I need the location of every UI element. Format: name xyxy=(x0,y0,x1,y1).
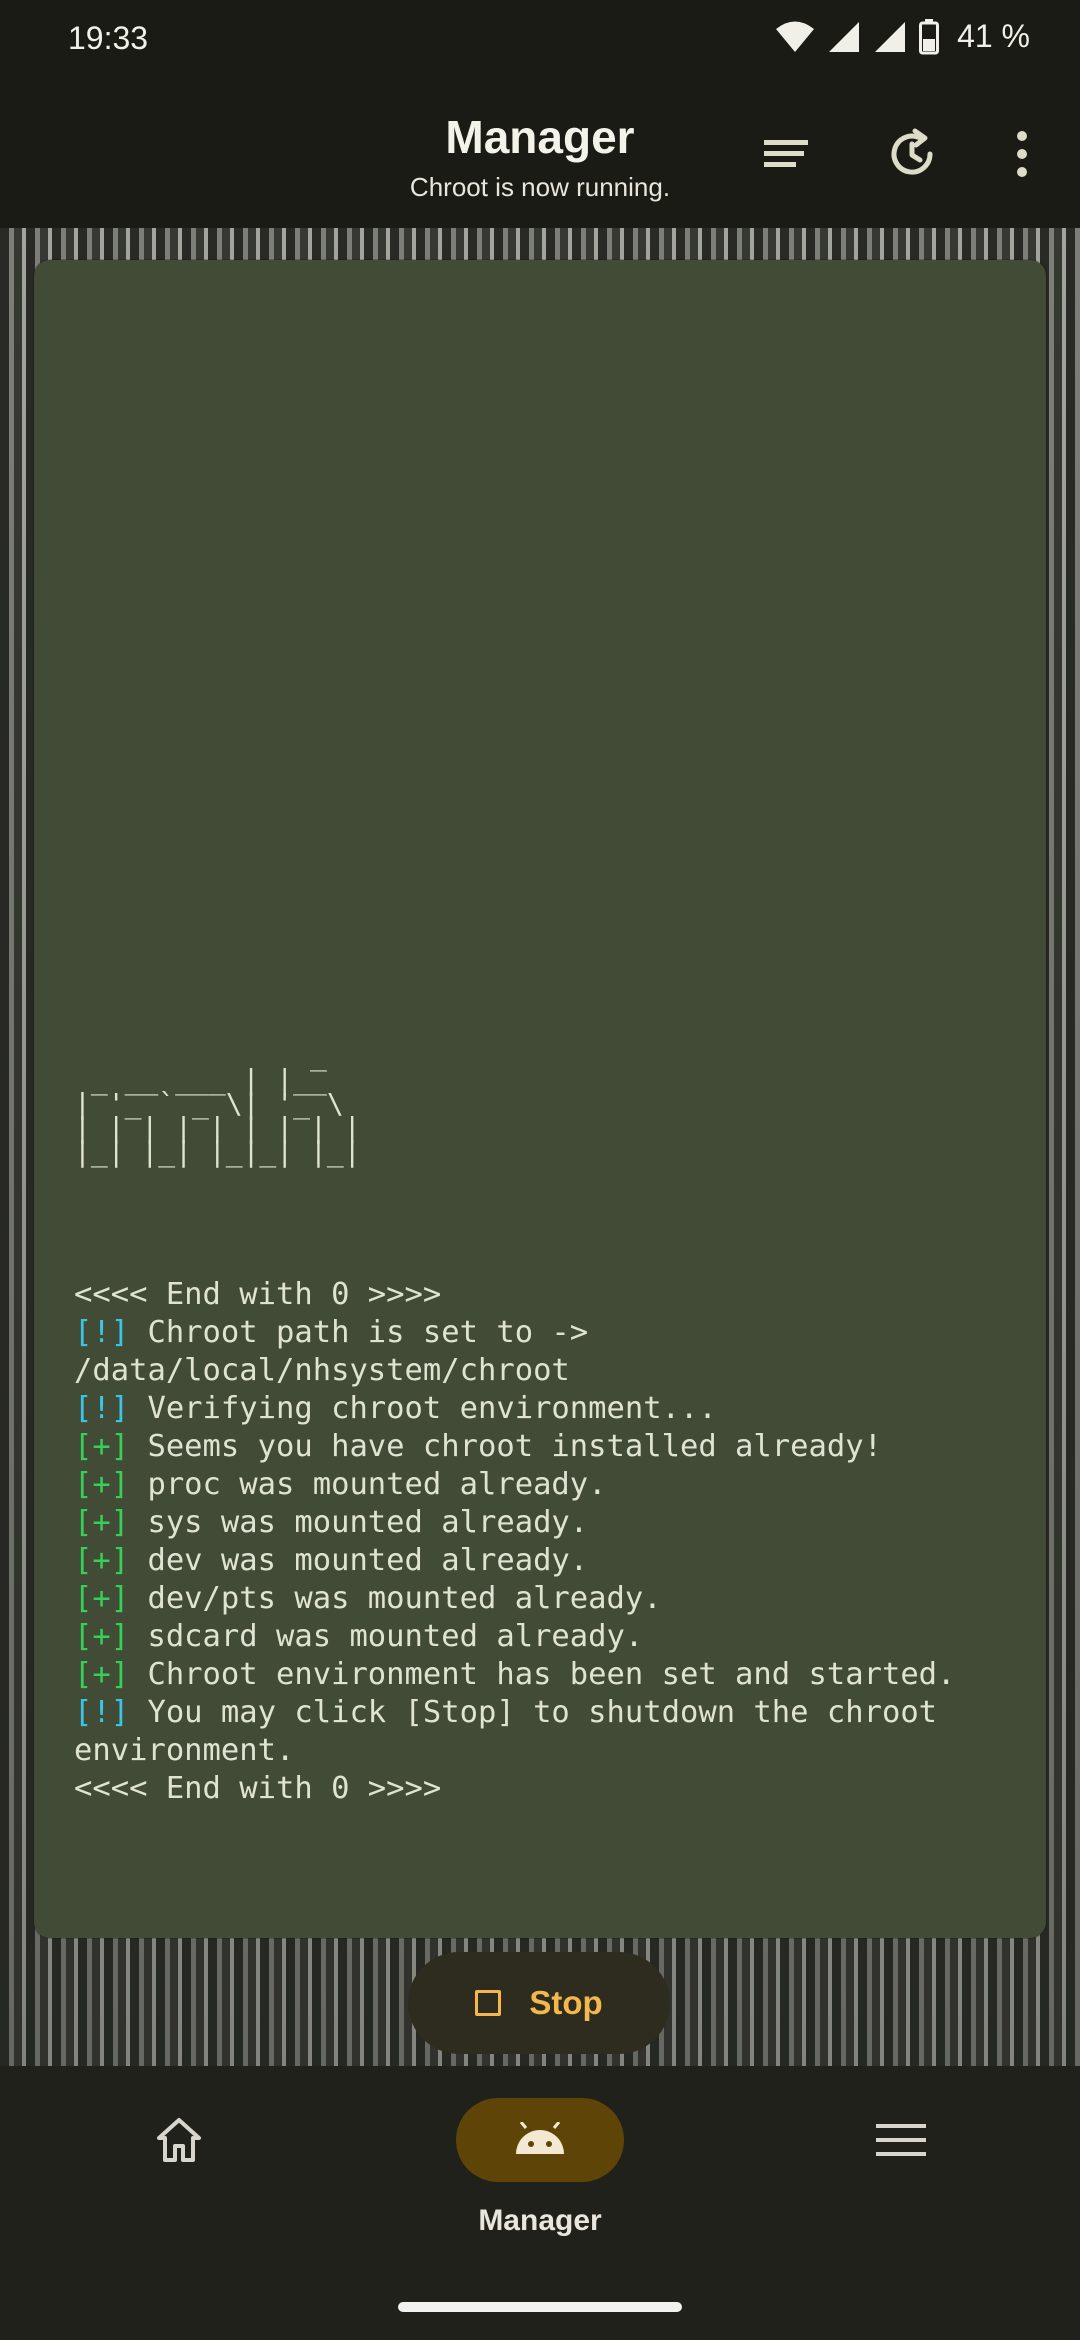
battery-icon xyxy=(919,18,940,54)
log-tag-ok: [+] xyxy=(74,1429,130,1464)
log-text: <<<< End with 0 >>>> xyxy=(74,1277,442,1312)
log-tag-ok: [+] xyxy=(74,1657,130,1692)
stop-button[interactable]: Stop xyxy=(408,1952,670,2054)
log-line: [!] Chroot path is set to -> /data/local… xyxy=(74,1314,1014,1390)
log-line: <<<< End with 0 >>>> xyxy=(74,1276,1014,1314)
sort-button[interactable] xyxy=(750,118,822,190)
cell-signal-icon xyxy=(829,21,860,52)
stop-icon xyxy=(475,1990,502,2016)
log-line: [+] proc was mounted already. xyxy=(74,1466,1014,1504)
more-options-button[interactable] xyxy=(986,118,1058,190)
log-text: You may click [Stop] to shutdown the chr… xyxy=(74,1695,956,1768)
log-text: Chroot environment has been set and star… xyxy=(129,1657,956,1692)
menu-icon xyxy=(876,2124,926,2156)
log-text: proc was mounted already. xyxy=(129,1467,607,1502)
log-text: dev was mounted already. xyxy=(129,1543,589,1578)
log-text: Seems you have chroot installed already! xyxy=(129,1429,882,1464)
wifi-icon xyxy=(776,21,815,52)
history-button[interactable] xyxy=(876,118,948,190)
log-tag-ok: [+] xyxy=(74,1581,130,1616)
status-icons: 41 % xyxy=(775,18,1030,55)
log-tag-ok: [+] xyxy=(74,1543,130,1578)
nav-item-manager[interactable]: Manager xyxy=(456,2098,624,2268)
cell-signal-2-icon xyxy=(875,21,906,52)
log-text: Verifying chroot environment... xyxy=(129,1391,717,1426)
sort-lines-icon xyxy=(764,140,808,167)
log-text: sys was mounted already. xyxy=(129,1505,589,1540)
log-tag-info: [!] xyxy=(74,1315,130,1350)
log-line: [!] You may click [Stop] to shutdown the… xyxy=(74,1694,1014,1770)
log-line: [+] dev/pts was mounted already. xyxy=(74,1580,1014,1618)
log-tag-info: [!] xyxy=(74,1391,130,1426)
status-time: 19:33 xyxy=(68,20,149,56)
log-line: [+] sys was mounted already. xyxy=(74,1504,1014,1542)
log-tag-ok: [+] xyxy=(74,1467,130,1502)
nav-item-home[interactable] xyxy=(94,2098,264,2268)
nav-menu-icon-wrap xyxy=(876,2098,926,2182)
log-text: <<<< End with 0 >>>> xyxy=(74,1771,442,1806)
log-line: [+] dev was mounted already. xyxy=(74,1542,1014,1580)
gesture-handle[interactable] xyxy=(398,2302,682,2312)
log-line: [+] Seems you have chroot installed alre… xyxy=(74,1428,1014,1466)
terminal-output: _ _ __ ___ | |__ | '_ ` _ \| '_ \ | | | … xyxy=(74,968,1014,1884)
nav-item-menu[interactable] xyxy=(816,2098,986,2268)
nav-home-icon-wrap xyxy=(154,2098,204,2182)
log-text: sdcard was mounted already. xyxy=(129,1619,644,1654)
app-bar: Manager Chroot is now running. xyxy=(0,80,1080,228)
log-line: <<<< End with 0 >>>> xyxy=(74,1770,1014,1808)
bottom-navigation: Manager xyxy=(0,2066,1080,2340)
nav-manager-label: Manager xyxy=(478,2204,602,2237)
ascii-art-logo: _ _ __ ___ | |__ | '_ ` _ \| '_ \ | | | … xyxy=(74,1039,361,1168)
battery-percent: 41 % xyxy=(957,18,1030,54)
log-line: [!] Verifying chroot environment... xyxy=(74,1390,1014,1428)
log-text: Chroot path is set to -> /data/local/nhs… xyxy=(74,1315,607,1388)
log-text: dev/pts was mounted already. xyxy=(129,1581,662,1616)
log-tag-ok: [+] xyxy=(74,1505,130,1540)
history-refresh-icon xyxy=(891,128,933,175)
android-icon xyxy=(516,2122,564,2154)
log-line: [+] Chroot environment has been set and … xyxy=(74,1656,1014,1694)
log-lines: <<<< End with 0 >>>> [!] Chroot path is s… xyxy=(74,1276,1014,1808)
log-tag-info: [!] xyxy=(74,1695,130,1730)
log-tag-ok: [+] xyxy=(74,1619,130,1654)
nav-manager-pill xyxy=(456,2098,624,2182)
status-bar: 19:33 41 % xyxy=(0,0,1080,80)
log-line: [+] sdcard was mounted already. xyxy=(74,1618,1014,1656)
terminal-output-card[interactable]: _ _ __ ___ | |__ | '_ ` _ \| '_ \ | | | … xyxy=(34,260,1046,1938)
home-icon xyxy=(157,2118,201,2162)
more-vert-icon xyxy=(1017,131,1027,177)
stop-button-label: Stop xyxy=(529,1984,603,2021)
